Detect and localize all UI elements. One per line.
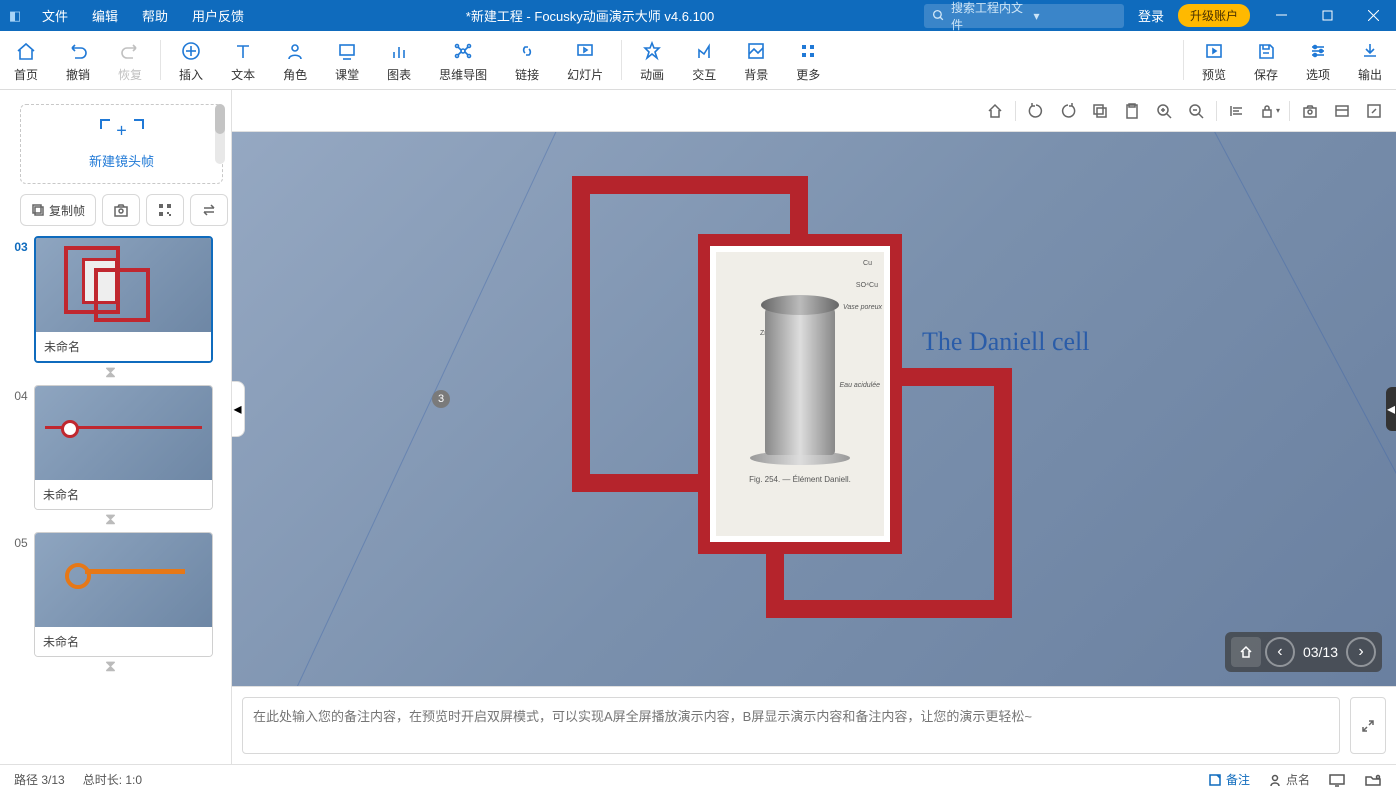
canvas[interactable]: Cu SO⁴Cu Vase poreux Zn Eau acidulée Fig… <box>232 132 1396 686</box>
search-icon <box>932 9 945 22</box>
tb-mindmap[interactable]: 思维导图 <box>425 34 501 87</box>
nav-home-button[interactable] <box>1231 637 1261 667</box>
tb-home[interactable]: 首页 <box>0 34 52 87</box>
tb-save[interactable]: 保存 <box>1240 34 1292 87</box>
status-notes-button[interactable]: 备注 <box>1208 771 1250 788</box>
canvas-zoomout-icon[interactable] <box>1184 99 1208 123</box>
thumb-05[interactable]: 未命名 <box>34 532 213 657</box>
canvas-edit-icon[interactable] <box>1362 99 1386 123</box>
collapse-right-handle[interactable]: ◂ <box>1386 387 1396 431</box>
caption-text[interactable]: The Daniell cell <box>922 327 1089 357</box>
slide-badge: 3 <box>432 390 450 408</box>
tb-more[interactable]: 更多 <box>782 34 834 87</box>
thumb-number: 05 <box>8 532 34 550</box>
tb-bg[interactable]: 背景 <box>730 34 782 87</box>
upgrade-button[interactable]: 升级账户 <box>1178 4 1250 27</box>
tb-anim[interactable]: 动画 <box>626 34 678 87</box>
sidepanel-scrollbar[interactable] <box>215 104 225 164</box>
menu-feedback[interactable]: 用户反馈 <box>180 6 256 25</box>
canvas-home-icon[interactable] <box>983 99 1007 123</box>
app-logo: ◧ <box>0 8 30 24</box>
canvas-lock-icon[interactable]: ▾ <box>1257 99 1281 123</box>
canvas-rotate-right-icon[interactable] <box>1056 99 1080 123</box>
menu-file[interactable]: 文件 <box>30 6 80 25</box>
notes-expand-button[interactable] <box>1350 697 1386 754</box>
thumb-03[interactable]: 未命名 <box>34 236 213 363</box>
sidepanel: + 新建镜头帧 复制帧 03 未命名 ⧗ 04 <box>0 90 232 764</box>
canvas-align-icon[interactable] <box>1225 99 1249 123</box>
thumbnail-list: 03 未命名 ⧗ 04 未命名 ⧗ <box>8 236 231 756</box>
nav-next-button[interactable]: › <box>1346 637 1376 667</box>
close-button[interactable] <box>1350 0 1396 31</box>
tb-class[interactable]: 课堂 <box>321 34 373 87</box>
menu-help[interactable]: 帮助 <box>130 6 180 25</box>
maximize-button[interactable] <box>1304 0 1350 31</box>
canvas-paste-icon[interactable] <box>1120 99 1144 123</box>
canvas-copy-icon[interactable] <box>1088 99 1112 123</box>
copy-frame-button[interactable]: 复制帧 <box>20 194 96 226</box>
tb-redo: 恢复 <box>104 34 156 87</box>
nav-counter: 03/13 <box>1299 644 1342 660</box>
tb-link[interactable]: 链接 <box>501 34 553 87</box>
tb-interact[interactable]: 交互 <box>678 34 730 87</box>
tb-undo[interactable]: 撤销 <box>52 34 104 87</box>
new-frame-button[interactable]: + 新建镜头帧 <box>20 104 223 184</box>
status-present-button[interactable] <box>1328 773 1346 787</box>
plus-icon: + <box>116 120 127 141</box>
thumb-04[interactable]: 未命名 <box>34 385 213 510</box>
titlebar: ◧ 文件 编辑 帮助 用户反馈 *新建工程 - Focusky动画演示大师 v4… <box>0 0 1396 31</box>
collapse-sidepanel-handle[interactable]: ◂ <box>232 381 245 437</box>
notes-area <box>232 686 1396 764</box>
toolbar: 首页 撤销 恢复 插入 文本 角色 课堂 图表 思维导图 链接 幻灯片 动画 交… <box>0 31 1396 90</box>
qr-button[interactable] <box>146 194 184 226</box>
minimize-button[interactable] <box>1258 0 1304 31</box>
statusbar: 路径 3/13 总时长: 1:0 备注 点名 <box>0 764 1396 794</box>
tb-output[interactable]: 输出 <box>1344 34 1396 87</box>
tb-options[interactable]: 选项 <box>1292 34 1344 87</box>
tb-preview[interactable]: 预览 <box>1188 34 1240 87</box>
tb-slide[interactable]: 幻灯片 <box>553 34 617 87</box>
canvas-zoomin-icon[interactable] <box>1152 99 1176 123</box>
canvas-toolbar: ▾ <box>232 90 1396 132</box>
snapshot-button[interactable] <box>102 194 140 226</box>
status-roll-button[interactable]: 点名 <box>1268 771 1310 788</box>
transition-icon[interactable]: ⧗ <box>8 363 213 383</box>
status-path: 路径 3/13 <box>14 771 65 788</box>
menu-edit[interactable]: 编辑 <box>80 6 130 25</box>
swap-button[interactable] <box>190 194 228 226</box>
thumb-number: 03 <box>8 236 34 254</box>
canvas-nav: ‹ 03/13 › <box>1225 632 1382 672</box>
search-input[interactable]: 搜索工程内文件 ▾ <box>924 4 1124 28</box>
nav-prev-button[interactable]: ‹ <box>1265 637 1295 667</box>
notes-input[interactable] <box>242 697 1340 754</box>
tb-text[interactable]: 文本 <box>217 34 269 87</box>
tb-chart[interactable]: 图表 <box>373 34 425 87</box>
transition-icon[interactable]: ⧗ <box>8 657 213 677</box>
search-dropdown-icon[interactable]: ▾ <box>1033 9 1116 23</box>
canvas-area: ▾ Cu SO⁴Cu Vase poreux Zn Eau acidulée F… <box>232 90 1396 764</box>
thumb-number: 04 <box>8 385 34 403</box>
canvas-camera-icon[interactable] <box>1298 99 1322 123</box>
workspace: + 新建镜头帧 复制帧 03 未命名 ⧗ 04 <box>0 90 1396 764</box>
login-link[interactable]: 登录 <box>1124 6 1178 25</box>
canvas-card-icon[interactable] <box>1330 99 1354 123</box>
window-title: *新建工程 - Focusky动画演示大师 v4.6.100 <box>256 6 924 25</box>
daniell-cell-image[interactable]: Cu SO⁴Cu Vase poreux Zn Eau acidulée Fig… <box>698 234 902 554</box>
tb-role[interactable]: 角色 <box>269 34 321 87</box>
status-duration: 总时长: 1:0 <box>83 771 142 788</box>
tb-insert[interactable]: 插入 <box>165 34 217 87</box>
transition-icon[interactable]: ⧗ <box>8 510 213 530</box>
canvas-rotate-left-icon[interactable] <box>1024 99 1048 123</box>
status-folder-button[interactable] <box>1364 773 1382 787</box>
